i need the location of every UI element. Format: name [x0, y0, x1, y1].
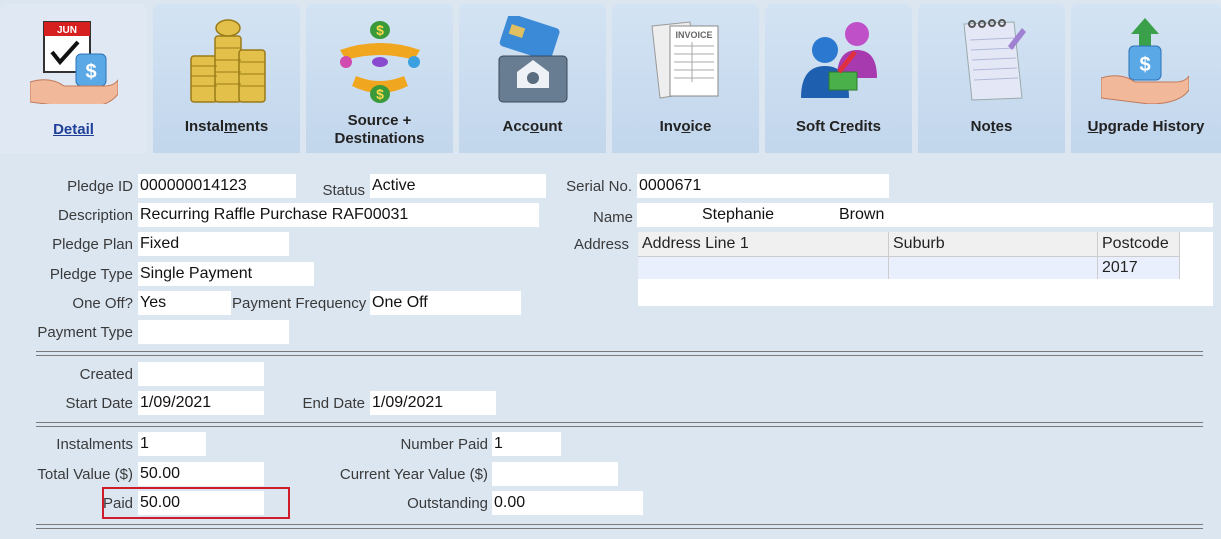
tab-soft-credits[interactable]: Soft Credits: [765, 4, 912, 153]
outstanding-field[interactable]: 0.00: [492, 491, 643, 515]
total-value-field[interactable]: 50.00: [138, 462, 264, 486]
tab-upgrade-history-label: Upgrade History: [1087, 118, 1205, 135]
tab-detail-label: Detail: [53, 121, 94, 138]
start-date-label: Start Date: [65, 395, 133, 412]
tab-source-destinations[interactable]: $ $ Source + Destinations: [306, 4, 453, 153]
payment-frequency-field[interactable]: One Off: [370, 291, 521, 315]
end-date-label: End Date: [302, 395, 365, 412]
section-divider: [36, 422, 1203, 427]
address-line-1-cell: [638, 256, 889, 279]
tab-soft-credits-label: Soft Credits: [795, 118, 882, 135]
coin-stacks-icon: [190, 19, 266, 103]
pledge-id-field[interactable]: 000000014123: [138, 174, 296, 198]
serial-no-field[interactable]: 0000671: [637, 174, 889, 198]
svg-text:$: $: [85, 61, 96, 83]
section-divider: [36, 524, 1203, 529]
paid-highlight-box: [102, 487, 290, 519]
number-paid-field[interactable]: 1: [492, 432, 561, 456]
current-year-value-label: Current Year Value ($): [339, 466, 488, 483]
payment-frequency-label: Payment Frequency: [232, 295, 367, 312]
pledge-type-label: Pledge Type: [49, 266, 133, 283]
address-header-row: Address Line 1 Suburb Postcode: [638, 232, 1180, 257]
instalments-field[interactable]: 1: [138, 432, 206, 456]
address-label: Address: [573, 236, 629, 253]
notepad-icon: [963, 19, 1026, 101]
section-divider: [36, 351, 1203, 356]
address-table: Address Line 1 Suburb Postcode 2017: [638, 232, 1213, 306]
one-off-field[interactable]: Yes: [138, 291, 231, 315]
table-row[interactable]: 2017: [638, 256, 1180, 279]
svg-text:$: $: [376, 86, 384, 102]
calendar-money-hand-icon: JUN $: [30, 21, 118, 104]
first-name: Stephanie: [702, 206, 775, 223]
outstanding-label: Outstanding: [407, 495, 488, 512]
one-off-label: One Off?: [72, 295, 133, 312]
created-field[interactable]: [138, 362, 264, 386]
tab-upgrade-history[interactable]: $ Upgrade History: [1071, 4, 1221, 153]
tab-notes[interactable]: Notes: [918, 4, 1065, 153]
tab-account[interactable]: Account: [459, 4, 606, 153]
total-value-label: Total Value ($): [37, 466, 133, 483]
description-field[interactable]: Recurring Raffle Purchase RAF00031: [138, 203, 539, 227]
instalments-label: Instalments: [56, 436, 133, 453]
tab-bar: JUN $ Detail Instalments $ $ Source + De…: [0, 0, 1221, 153]
credit-card-safe-icon: [498, 16, 568, 103]
col-address-line-1[interactable]: Address Line 1: [638, 232, 889, 257]
description-label: Description: [57, 207, 133, 224]
created-label: Created: [79, 366, 133, 383]
col-postcode[interactable]: Postcode: [1097, 232, 1180, 257]
pledge-plan-label: Pledge Plan: [52, 236, 133, 253]
pledge-plan-field[interactable]: Fixed: [138, 232, 289, 256]
name-field[interactable]: Stephanie Brown: [637, 203, 1213, 227]
tab-invoice-label: Invoice: [659, 118, 712, 135]
status-label: Status: [322, 182, 365, 199]
svg-text:JUN: JUN: [57, 25, 77, 36]
payment-type-field[interactable]: [138, 320, 289, 344]
money-flow-icon: $ $: [340, 21, 420, 103]
serial-no-label: Serial No.: [566, 178, 632, 195]
tab-account-label: Account: [502, 118, 563, 135]
last-name: Brown: [839, 206, 885, 223]
svg-text:$: $: [1139, 54, 1150, 76]
tab-notes-label: Notes: [970, 118, 1013, 135]
current-year-value-field[interactable]: [492, 462, 618, 486]
pledge-id-label: Pledge ID: [67, 178, 133, 195]
people-money-icon: [801, 22, 877, 98]
payment-type-label: Payment Type: [37, 324, 133, 341]
tab-detail[interactable]: JUN $ Detail: [0, 4, 147, 153]
tab-invoice[interactable]: INVOICE Invoice: [612, 4, 759, 153]
detail-panel: Pledge ID 000000014123 Status Active Ser…: [0, 153, 1221, 539]
money-hand-upgrade-icon: $: [1101, 18, 1189, 104]
invoice-icon: INVOICE: [651, 21, 719, 99]
end-date-field[interactable]: 1/09/2021: [370, 391, 496, 415]
pledge-type-field[interactable]: Single Payment: [138, 262, 314, 286]
number-paid-label: Number Paid: [400, 436, 488, 453]
status-field[interactable]: Active: [370, 174, 546, 198]
col-suburb[interactable]: Suburb: [888, 232, 1098, 257]
start-date-field[interactable]: 1/09/2021: [138, 391, 264, 415]
suburb-cell: [888, 256, 1098, 279]
svg-text:$: $: [376, 22, 384, 38]
svg-text:INVOICE: INVOICE: [675, 30, 712, 40]
postcode-cell: 2017: [1097, 256, 1180, 279]
tab-source-destinations-label: Source + Destinations: [334, 112, 425, 147]
name-label: Name: [592, 209, 633, 226]
tab-instalments-label: Instalments: [184, 118, 269, 135]
tab-instalments[interactable]: Instalments: [153, 4, 300, 153]
